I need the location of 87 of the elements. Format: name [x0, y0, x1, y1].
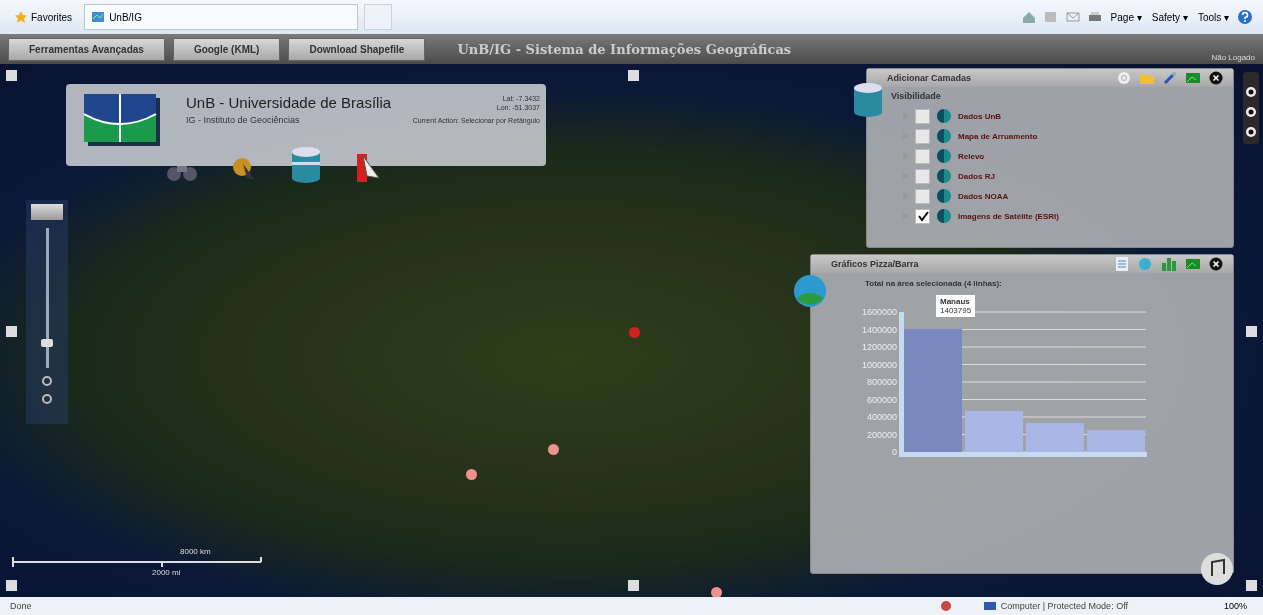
command-menu[interactable]: Page ▾: [1108, 11, 1144, 23]
app-title: UnB/IG - Sistema de Informações Geográficas: [457, 41, 792, 57]
toolbar-button[interactable]: Download Shapefile: [288, 37, 426, 61]
gear-icon[interactable]: [1117, 71, 1131, 85]
layer-name: Dados RJ: [958, 171, 995, 181]
map-point[interactable]: [466, 469, 478, 481]
globe-icon[interactable]: [793, 274, 827, 308]
mail-icon[interactable]: [1064, 10, 1081, 24]
globe-icon: [936, 148, 952, 164]
layer-checkbox[interactable]: [915, 128, 930, 144]
layer-name: Dados UnB: [958, 111, 1002, 121]
zoom-level-button[interactable]: 100%: [1217, 600, 1253, 612]
panel-title: Adicionar Camadas: [887, 73, 972, 83]
wrench-icon[interactable]: [1163, 71, 1177, 85]
axis-tick-label: 0: [892, 447, 897, 457]
axis-tick-label: 200000: [866, 429, 897, 440]
circle-button-icon[interactable]: [1245, 126, 1257, 138]
axis-tick-label: 1000000: [861, 359, 897, 370]
help-icon[interactable]: [1237, 9, 1255, 25]
scale-label: 8000 km: [180, 547, 211, 556]
layer-name: Dados NOAA: [958, 191, 1009, 201]
axis-tick-label: 600000: [866, 394, 897, 405]
panel-title: Gráficos Pizza/Barra: [831, 259, 919, 269]
layer-checkbox[interactable]: [915, 208, 930, 224]
bar-chart-icon[interactable]: [1161, 257, 1177, 271]
globe-icon: [936, 108, 952, 124]
globe-icon: [936, 168, 952, 184]
chart-title: Total na área selecionada (4 linhas):: [865, 279, 1003, 288]
browser-tab[interactable]: UnB/IG: [84, 4, 359, 30]
scale-label: 2000 mi: [152, 568, 181, 577]
database-icon[interactable]: [289, 146, 323, 184]
database-icon[interactable]: [852, 82, 884, 118]
computer-icon: [982, 601, 997, 611]
circle-button-icon[interactable]: [1245, 106, 1257, 118]
zoom-in-icon[interactable]: [42, 376, 52, 386]
image-icon[interactable]: [1185, 257, 1201, 271]
tab-title: UnB/IG: [109, 11, 142, 23]
star-icon: [14, 10, 28, 24]
layer-checkbox[interactable]: [915, 188, 930, 204]
page-icon: [91, 10, 106, 24]
command-menu[interactable]: Tools ▾: [1195, 11, 1231, 23]
close-icon[interactable]: [1209, 71, 1223, 85]
new-tab-button[interactable]: [364, 4, 393, 30]
pan-button[interactable]: [31, 204, 63, 220]
layer-checkbox[interactable]: [915, 108, 930, 124]
checkmark-icon: [916, 210, 929, 222]
globe-icon: [936, 208, 952, 224]
close-icon[interactable]: [1209, 257, 1223, 271]
layer-name: Relevo: [958, 151, 985, 161]
satellite-map[interactable]: [0, 64, 1263, 597]
header-title: UnB - Universidade de Brasília: [186, 94, 392, 111]
axis-tick-label: 400000: [866, 412, 897, 422]
tooltip-value: 1403795: [940, 306, 972, 316]
layer-checkbox[interactable]: [915, 168, 930, 184]
header-subtitle: IG - Instituto de Geociências: [186, 115, 300, 125]
bar[interactable]: [965, 410, 1023, 452]
axis-tick-label: 1400000: [861, 324, 897, 335]
favorites-button[interactable]: Favorites: [8, 10, 79, 24]
layer-name: Imagens de Satélite (ESRI): [958, 211, 1059, 221]
section-label: Visibilidade: [891, 91, 942, 101]
toolbar-button[interactable]: Google (KML): [172, 37, 281, 61]
scale-bar-icon: [12, 556, 262, 568]
axis-tick-label: 800000: [866, 377, 897, 387]
image-icon[interactable]: [1185, 71, 1201, 85]
toolbar-button[interactable]: Ferramentas Avançadas: [8, 37, 165, 61]
zoom-out-icon[interactable]: [42, 394, 52, 404]
globe-icon: [936, 188, 952, 204]
status-text: Done: [10, 601, 32, 611]
layer-checkbox[interactable]: [915, 148, 930, 164]
list-icon[interactable]: [1115, 256, 1129, 272]
slider-thumb[interactable]: [40, 339, 53, 347]
axis-tick-label: 1600000: [861, 307, 897, 317]
globe-icon: [936, 128, 952, 144]
map-point[interactable]: [711, 586, 723, 597]
folder-icon[interactable]: [1139, 71, 1155, 85]
globe-icon: [938, 600, 953, 612]
pie-chart-icon[interactable]: [1137, 257, 1153, 271]
axis-tick-label: 1200000: [861, 342, 897, 352]
layer-name: Mapa de Arruamento: [958, 131, 1038, 141]
map-point[interactable]: [548, 444, 560, 456]
security-zone: Computer | Protected Mode: Off: [982, 601, 1128, 611]
tooltip-title: Manaus: [940, 297, 971, 307]
circle-button-icon[interactable]: [1245, 86, 1257, 98]
login-status: Não Logado: [1211, 53, 1255, 62]
command-menu[interactable]: Safety ▾: [1149, 11, 1190, 23]
home-icon[interactable]: [1020, 10, 1037, 24]
printer-icon[interactable]: [1086, 10, 1103, 24]
